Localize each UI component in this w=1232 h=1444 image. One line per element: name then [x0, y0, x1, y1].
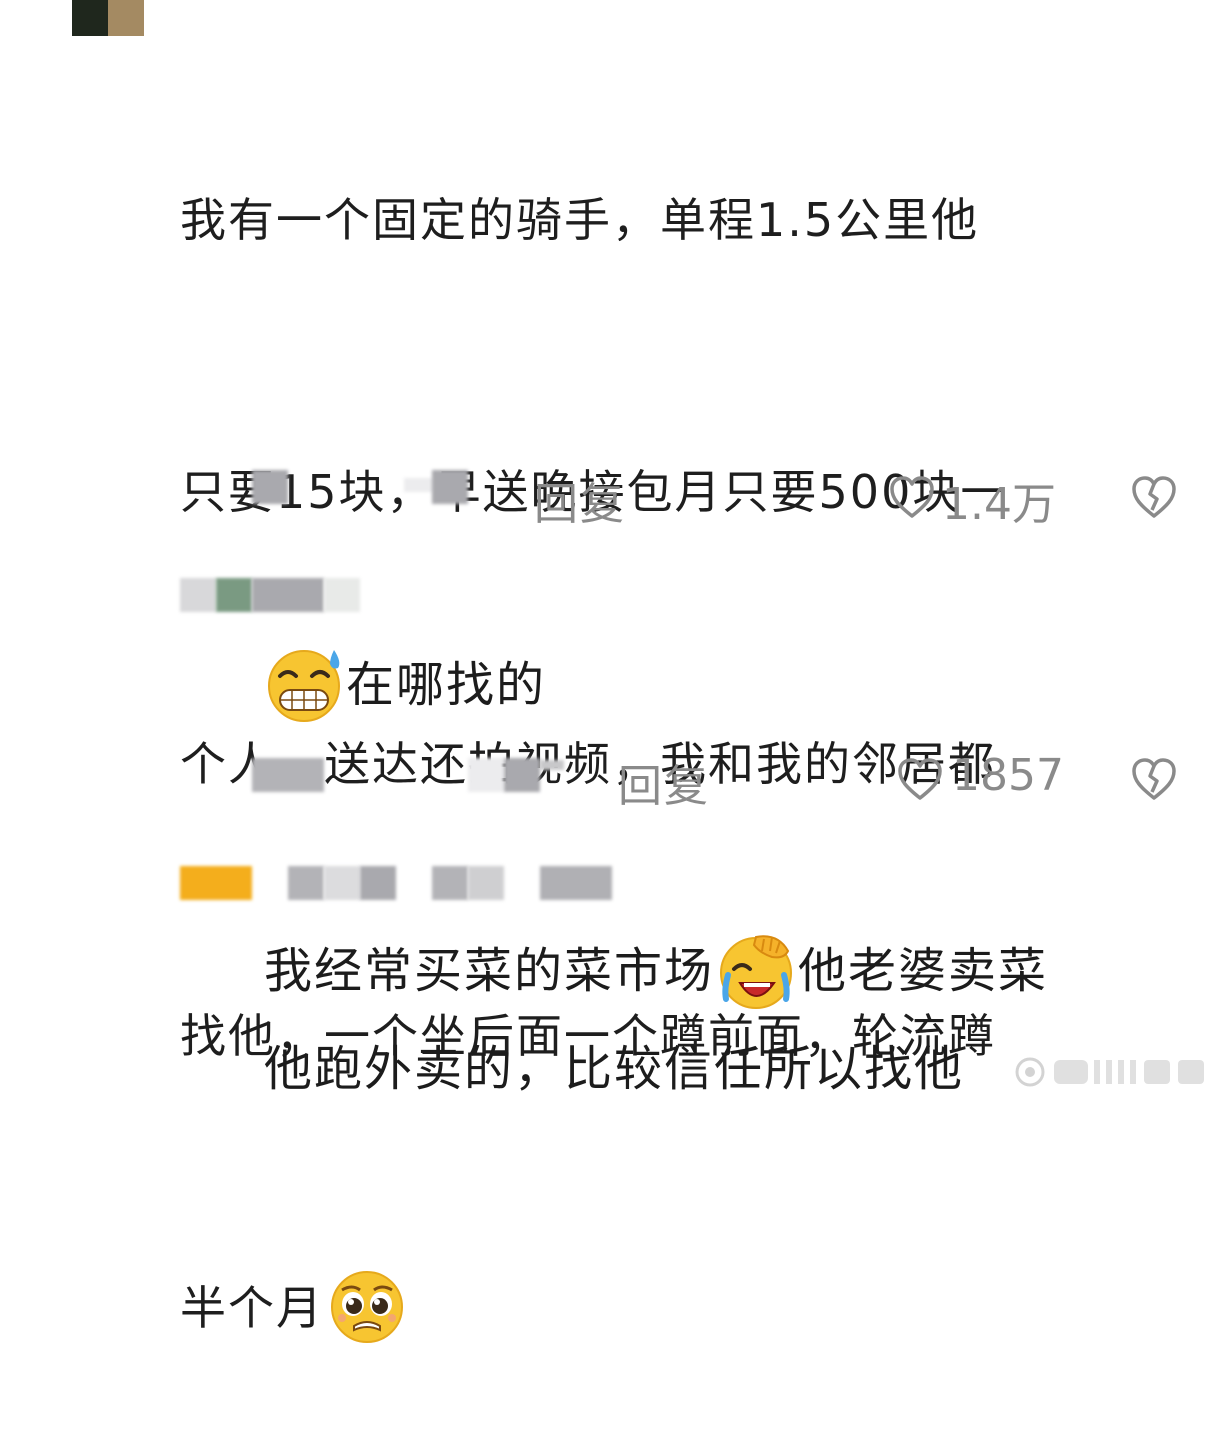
comment-1-meta-blur — [404, 478, 434, 492]
pleading-face-emoji — [326, 1268, 408, 1344]
avatar-block — [72, 0, 108, 36]
broken-heart-icon[interactable] — [1130, 756, 1178, 802]
comment-2-body: 在哪找的 — [346, 657, 547, 713]
comment-3-text-part: 他老婆卖菜 — [798, 943, 1049, 999]
laughing-facepalm-emoji — [714, 929, 798, 1011]
comment-2-username-blur — [216, 578, 252, 612]
comment-2-meta-blur — [540, 760, 564, 770]
like-count: 1.4万 — [942, 479, 1056, 530]
comment-2-meta-blur — [504, 758, 540, 792]
watermark — [1014, 1052, 1214, 1092]
comment-1-line-last: 半个月 — [180, 1262, 1190, 1354]
comment-3-username-blur — [432, 866, 468, 900]
comment-1-line: 半个月 — [180, 1281, 324, 1335]
avatar-block — [108, 0, 144, 36]
comment-1-meta-blur — [252, 470, 288, 504]
heart-outline-icon[interactable] — [896, 756, 944, 802]
comment-3-username-blur — [468, 866, 504, 900]
comment-3-username-blur — [360, 866, 396, 900]
comment-3-username-blur — [540, 866, 612, 900]
comment-2-text: 在哪找的 — [264, 640, 546, 730]
broken-heart-icon[interactable] — [1130, 474, 1178, 520]
comment-3-username-blur — [324, 866, 360, 900]
comment-2-username-blur — [252, 578, 324, 612]
heart-outline-icon[interactable] — [888, 474, 936, 520]
comment-1-line: 我有一个固定的骑手，单程1.5公里他 — [180, 193, 980, 247]
comment-3-text-part: 我经常买菜的菜市场 — [264, 943, 715, 999]
grimacing-sweat-emoji — [264, 644, 346, 724]
comment-1-meta-blur — [432, 470, 468, 504]
comment-3-username-blur — [288, 866, 324, 900]
reply-button[interactable]: 回复 — [534, 468, 626, 532]
comment-2-meta-blur — [252, 758, 324, 792]
reply-button[interactable]: 回复 — [618, 750, 710, 814]
comment-3-username-blur — [180, 866, 252, 900]
comment-2-username-blur — [324, 578, 360, 612]
comment-2-username-blur — [180, 578, 216, 612]
like-count: 1857 — [952, 750, 1064, 801]
comment-3-line: 我经常买菜的菜市场 他老婆卖菜 — [264, 922, 1204, 1020]
avatar[interactable] — [72, 0, 144, 36]
comment-2-meta-blur — [468, 758, 504, 792]
